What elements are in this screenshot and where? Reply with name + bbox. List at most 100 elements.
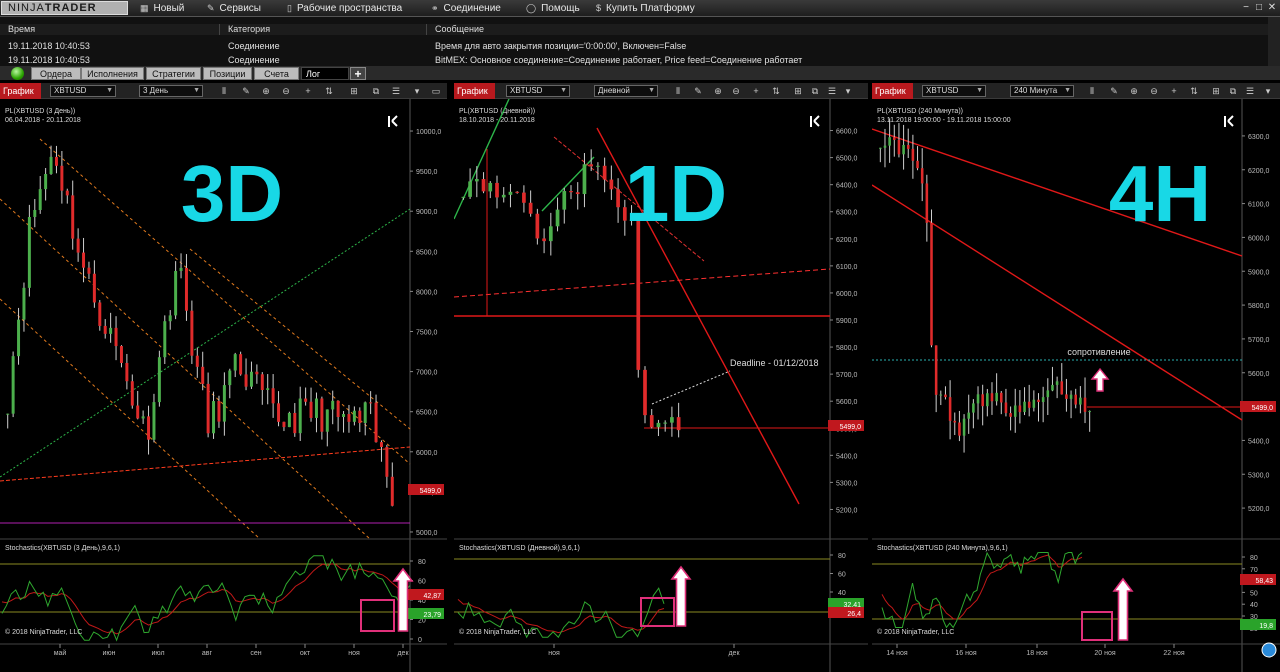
candle-body — [298, 398, 302, 434]
templates-icon[interactable]: ⧉ — [809, 85, 821, 97]
indicators-icon[interactable]: ⇅ — [1188, 85, 1200, 97]
deadline-label: Deadline - 01/12/2018 — [730, 358, 819, 368]
zoom-in-icon[interactable]: ⊕ — [712, 85, 724, 97]
properties-icon[interactable]: ☰ — [826, 85, 838, 97]
strategies-icon[interactable]: ⊞ — [1210, 85, 1222, 97]
price-tick-label: 5000,0 — [416, 530, 438, 537]
instrument-selector[interactable]: XBTUSD — [506, 85, 570, 97]
strategies-icon[interactable]: ⊞ — [792, 85, 804, 97]
chart-canvas[interactable]: PL(XBTUSD (Дневной)) 18.10.2018 - 20.11.2… — [454, 99, 868, 672]
tab-strategies[interactable]: Стратегии — [146, 67, 201, 80]
log-row[interactable]: 19.11.2018 10:40:53 Соединение BitMEX: О… — [0, 54, 1268, 66]
time-tick-label: ноя — [348, 650, 360, 657]
wrench-icon: ✎ — [207, 3, 215, 13]
pencil-icon[interactable]: ✎ — [1108, 85, 1120, 97]
candle-body — [114, 327, 118, 347]
column-time[interactable]: Время — [0, 24, 220, 35]
chart-canvas[interactable]: PL(XBTUSD (240 Минута)) 13.11.2018 19:00:… — [872, 99, 1280, 672]
tab-positions[interactable]: Позиции — [203, 67, 252, 80]
candle-body — [141, 416, 145, 419]
indicator-tick-label: 80 — [418, 559, 426, 566]
add-tab-icon[interactable]: + — [350, 67, 366, 80]
candle-body — [548, 226, 553, 242]
time-tick-label: 18 ноя — [1026, 650, 1047, 657]
candle-body — [109, 327, 113, 334]
maximize-icon[interactable]: □ — [1253, 2, 1265, 14]
candle-body — [331, 400, 335, 410]
candle-body — [575, 192, 580, 195]
candle-body — [325, 409, 329, 432]
bar-type-icon[interactable]: ⫴ — [1086, 85, 1098, 97]
zoom-in-icon[interactable]: ⊕ — [260, 85, 272, 97]
crosshair-icon[interactable]: + — [1168, 85, 1180, 97]
copyright: © 2018 NinjaTrader, LLC — [877, 628, 954, 636]
candle-body — [184, 267, 188, 311]
menu-workspaces[interactable]: ▯ Рабочие пространства — [287, 0, 402, 17]
zoom-out-icon[interactable]: ⊖ — [730, 85, 742, 97]
close-icon[interactable]: ✕ — [1266, 2, 1278, 14]
candle-body — [535, 213, 540, 239]
strategies-icon[interactable]: ⊞ — [348, 85, 360, 97]
dropdown-icon[interactable]: ▾ — [1262, 85, 1274, 97]
bar-type-icon[interactable]: ⫴ — [672, 85, 684, 97]
tab-executions[interactable]: Исполнения — [81, 67, 144, 80]
ninjatrader-logo[interactable]: NINJATRADER — [1, 1, 128, 15]
candle-body — [995, 392, 998, 402]
candle-body — [390, 476, 394, 506]
column-message[interactable]: Сообщение — [427, 24, 1268, 35]
instrument-selector[interactable]: XBTUSD — [922, 85, 986, 97]
log-row[interactable]: 19.11.2018 10:40:53 Соединение Время для… — [0, 40, 1268, 52]
zoom-out-icon[interactable]: ⊖ — [1148, 85, 1160, 97]
crosshair-icon[interactable]: + — [750, 85, 762, 97]
bar-type-icon[interactable]: ⫴ — [218, 85, 230, 97]
properties-icon[interactable]: ☰ — [1244, 85, 1256, 97]
dropdown-icon[interactable]: ▾ — [411, 85, 423, 97]
candle-body — [363, 402, 367, 424]
menu-new[interactable]: ▦ Новый — [140, 0, 184, 17]
candle-body — [44, 173, 48, 190]
time-tick-label: 14 ноя — [886, 650, 907, 657]
indicators-icon[interactable]: ⇅ — [770, 85, 782, 97]
menu-help[interactable]: ◯ Помощь — [526, 0, 580, 17]
candle-body — [972, 403, 975, 413]
pencil-icon[interactable]: ✎ — [692, 85, 704, 97]
tab-log[interactable]: Лог — [301, 67, 349, 80]
period-selector[interactable]: Дневной — [594, 85, 658, 97]
candle-body — [255, 371, 259, 375]
candle-body — [174, 270, 178, 316]
candle-body — [1000, 392, 1003, 403]
zoom-in-icon[interactable]: ⊕ — [1128, 85, 1140, 97]
candle-body — [656, 422, 661, 428]
time-tick-label: май — [54, 649, 67, 657]
candle-body — [981, 394, 984, 407]
tab-orders[interactable]: Ордера — [31, 67, 81, 80]
indicators-icon[interactable]: ⇅ — [323, 85, 335, 97]
help-icon: ◯ — [526, 3, 537, 13]
zoom-out-icon[interactable]: ⊖ — [280, 85, 292, 97]
candle-body — [320, 398, 324, 432]
tab-accounts[interactable]: Счета — [254, 67, 299, 80]
templates-icon[interactable]: ⧉ — [370, 85, 382, 97]
candle-body — [82, 252, 86, 268]
candle-body — [347, 414, 351, 422]
dropdown-icon[interactable]: ▾ — [842, 85, 854, 97]
panel-icon[interactable]: ▭ — [430, 85, 442, 97]
period-selector[interactable]: 240 Минута — [1010, 85, 1074, 97]
menu-buy-platform[interactable]: $ Купить Платформу — [596, 0, 695, 17]
menu-connection[interactable]: ⚭ Соединение — [431, 0, 501, 17]
chart-canvas[interactable]: PL(XBTUSD (3 День)) 06.04.2018 - 20.11.20… — [0, 99, 447, 672]
log-scrollbar[interactable] — [1268, 17, 1280, 66]
instrument-selector[interactable]: XBTUSD — [50, 85, 116, 97]
properties-icon[interactable]: ☰ — [390, 85, 402, 97]
candle-body — [916, 160, 919, 169]
minimize-icon[interactable]: − — [1240, 2, 1252, 14]
templates-icon[interactable]: ⧉ — [1227, 85, 1239, 97]
pencil-icon[interactable]: ✎ — [240, 85, 252, 97]
chart-window-1d: График XBTUSD Дневной ⫴ ✎ ⊕ ⊖ + ⇅ ⊞ ⧉ ☰ … — [454, 83, 868, 672]
period-selector[interactable]: 3 День — [139, 85, 203, 97]
candle-body — [636, 219, 641, 370]
candle-body — [906, 144, 910, 149]
crosshair-icon[interactable]: + — [302, 85, 314, 97]
column-category[interactable]: Категория — [220, 24, 427, 35]
menu-services[interactable]: ✎ Сервисы — [207, 0, 261, 17]
